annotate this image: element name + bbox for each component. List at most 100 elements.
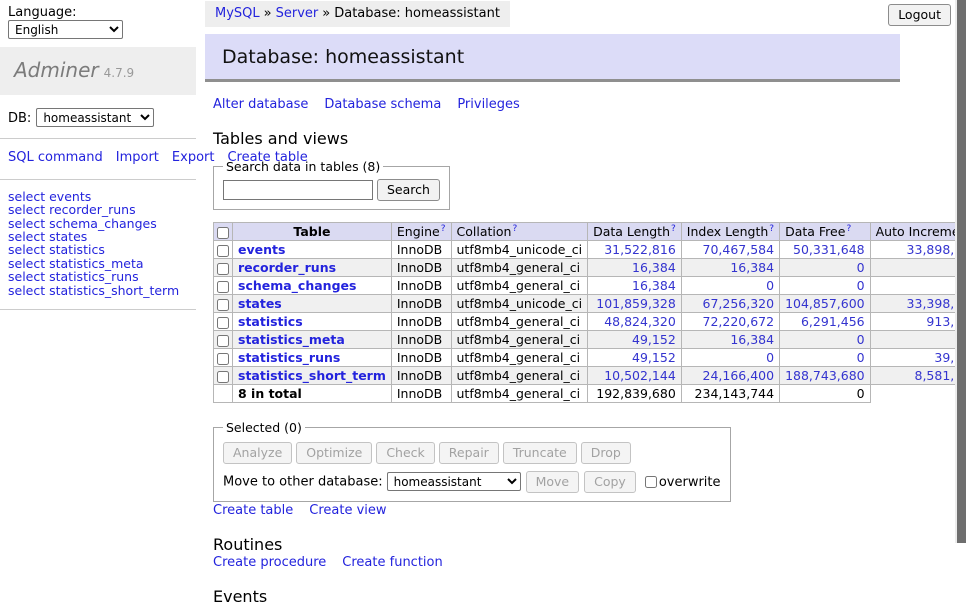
table-name-link[interactable]: recorder_runs: [238, 260, 336, 275]
help-link[interactable]: ?: [846, 224, 851, 234]
row-checkbox[interactable]: [217, 299, 229, 311]
table-name-link[interactable]: statistics: [238, 314, 303, 329]
data-free-link[interactable]: 0: [857, 278, 865, 293]
sidebar-item-select-statistics-meta[interactable]: select statistics_meta: [8, 257, 188, 270]
check-button[interactable]: Check: [376, 442, 434, 464]
collation-cell: utf8mb4_general_ci: [451, 331, 588, 349]
data-free-link[interactable]: 6,291,456: [801, 314, 865, 329]
collation-cell: utf8mb4_general_ci: [451, 349, 588, 367]
table-name-link[interactable]: statistics_short_term: [238, 368, 386, 383]
data-length-link[interactable]: 49,152: [632, 332, 676, 347]
data-free-link[interactable]: 50,331,648: [793, 242, 865, 257]
page-title: Database: homeassistant: [205, 34, 900, 82]
table-name-link[interactable]: states: [238, 296, 282, 311]
breadcrumb-mysql[interactable]: MySQL: [215, 6, 260, 21]
repair-button[interactable]: Repair: [439, 442, 499, 464]
table-name-link[interactable]: statistics_runs: [238, 350, 340, 365]
data-free-link[interactable]: 104,857,600: [785, 296, 865, 311]
search-input[interactable]: [223, 180, 373, 200]
index-length-link[interactable]: 72,220,672: [703, 314, 775, 329]
sidebar-item-select-recorder-runs[interactable]: select recorder_runs: [8, 203, 188, 216]
table-name-link[interactable]: statistics_meta: [238, 332, 345, 347]
row-checkbox[interactable]: [217, 245, 229, 257]
row-checkbox[interactable]: [217, 317, 229, 329]
overwrite-checkbox[interactable]: [645, 476, 657, 488]
index-length-link[interactable]: 70,467,584: [703, 242, 775, 257]
data-length-link[interactable]: 101,859,328: [596, 296, 676, 311]
drop-button[interactable]: Drop: [581, 442, 631, 464]
sidebar: Language:English Adminer4.7.9 DB:homeass…: [0, 0, 196, 310]
sidebar-item-select-statistics-short-term[interactable]: select statistics_short_term: [8, 284, 188, 297]
search-button[interactable]: Search: [377, 179, 440, 201]
data-length-link[interactable]: 16,384: [632, 260, 676, 275]
breadcrumb-server[interactable]: Server: [276, 6, 319, 21]
help-link[interactable]: ?: [769, 224, 774, 234]
optimize-button[interactable]: Optimize: [296, 442, 372, 464]
vertical-scrollbar[interactable]: [955, 0, 966, 543]
column-table: Table: [233, 223, 392, 241]
help-link[interactable]: ?: [512, 224, 517, 234]
create-table-link[interactable]: Create table: [213, 503, 293, 518]
data-free-link[interactable]: 0: [857, 350, 865, 365]
selected-legend: Selected (0): [223, 420, 305, 435]
help-link[interactable]: ?: [671, 224, 676, 234]
row-checkbox[interactable]: [217, 263, 229, 275]
privileges-link[interactable]: Privileges: [457, 97, 520, 112]
tables-table: Table Engine? Collation? Data Length? In…: [213, 222, 966, 403]
index-length-link[interactable]: 0: [766, 350, 774, 365]
index-length-link[interactable]: 16,384: [730, 332, 774, 347]
data-length-link[interactable]: 48,824,320: [604, 314, 676, 329]
logout-button[interactable]: Logout: [888, 4, 951, 26]
index-length-link[interactable]: 67,256,320: [703, 296, 775, 311]
database-schema-link[interactable]: Database schema: [324, 97, 441, 112]
db-nav-links: Alter database Database schema Privileges: [213, 97, 900, 112]
overwrite-label: overwrite: [659, 475, 721, 490]
row-checkbox[interactable]: [217, 371, 229, 383]
db-label: DB:: [8, 111, 31, 126]
sidebar-item-select-statistics-runs[interactable]: select statistics_runs: [8, 270, 188, 283]
row-checkbox[interactable]: [217, 335, 229, 347]
help-link[interactable]: ?: [441, 224, 446, 234]
sidebar-item-select-events[interactable]: select events: [8, 190, 188, 203]
index-length-link[interactable]: 16,384: [730, 260, 774, 275]
sidebar-item-select-states[interactable]: select states: [8, 230, 188, 243]
copy-button[interactable]: Copy: [584, 471, 636, 493]
total-collation: utf8mb4_general_ci: [451, 385, 588, 403]
routine-links: Create procedure Create function: [213, 555, 900, 570]
data-length-link[interactable]: 10,502,144: [604, 368, 676, 383]
move-button[interactable]: Move: [526, 471, 580, 493]
select-all-checkbox[interactable]: [217, 227, 229, 239]
index-length-link[interactable]: 24,166,400: [703, 368, 775, 383]
column-engine: Engine?: [391, 223, 451, 241]
create-procedure-link[interactable]: Create procedure: [213, 555, 326, 570]
data-free-link[interactable]: 188,743,680: [785, 368, 865, 383]
language-select[interactable]: English: [8, 20, 123, 39]
collation-cell: utf8mb4_general_ci: [451, 313, 588, 331]
alter-database-link[interactable]: Alter database: [213, 97, 308, 112]
table-row: schema_changesInnoDButf8mb4_general_ci16…: [214, 277, 966, 295]
tables-body: eventsInnoDButf8mb4_unicode_ci31,522,816…: [214, 241, 966, 385]
data-free-link[interactable]: 0: [857, 332, 865, 347]
truncate-button[interactable]: Truncate: [503, 442, 577, 464]
data-length-link[interactable]: 31,522,816: [604, 242, 676, 257]
table-name-link[interactable]: schema_changes: [238, 278, 356, 293]
breadcrumb-separator: »: [264, 6, 272, 21]
create-view-link[interactable]: Create view: [309, 503, 386, 518]
sidebar-link-import[interactable]: Import: [116, 150, 159, 165]
data-length-link[interactable]: 49,152: [632, 350, 676, 365]
sidebar-item-select-schema-changes[interactable]: select schema_changes: [8, 217, 188, 230]
sidebar-item-select-statistics[interactable]: select statistics: [8, 243, 188, 256]
scrollbar-thumb[interactable]: [957, 0, 966, 543]
create-function-link[interactable]: Create function: [342, 555, 442, 570]
sidebar-link-sql-command[interactable]: SQL command: [8, 150, 103, 165]
data-length-link[interactable]: 16,384: [632, 278, 676, 293]
db-select[interactable]: homeassistant: [36, 108, 154, 127]
row-checkbox[interactable]: [217, 353, 229, 365]
row-checkbox[interactable]: [217, 281, 229, 293]
move-database-select[interactable]: homeassistant: [387, 472, 521, 491]
index-length-link[interactable]: 0: [766, 278, 774, 293]
table-name-link[interactable]: events: [238, 242, 285, 257]
table-row: eventsInnoDButf8mb4_unicode_ci31,522,816…: [214, 241, 966, 259]
analyze-button[interactable]: Analyze: [223, 442, 292, 464]
data-free-link[interactable]: 0: [857, 260, 865, 275]
